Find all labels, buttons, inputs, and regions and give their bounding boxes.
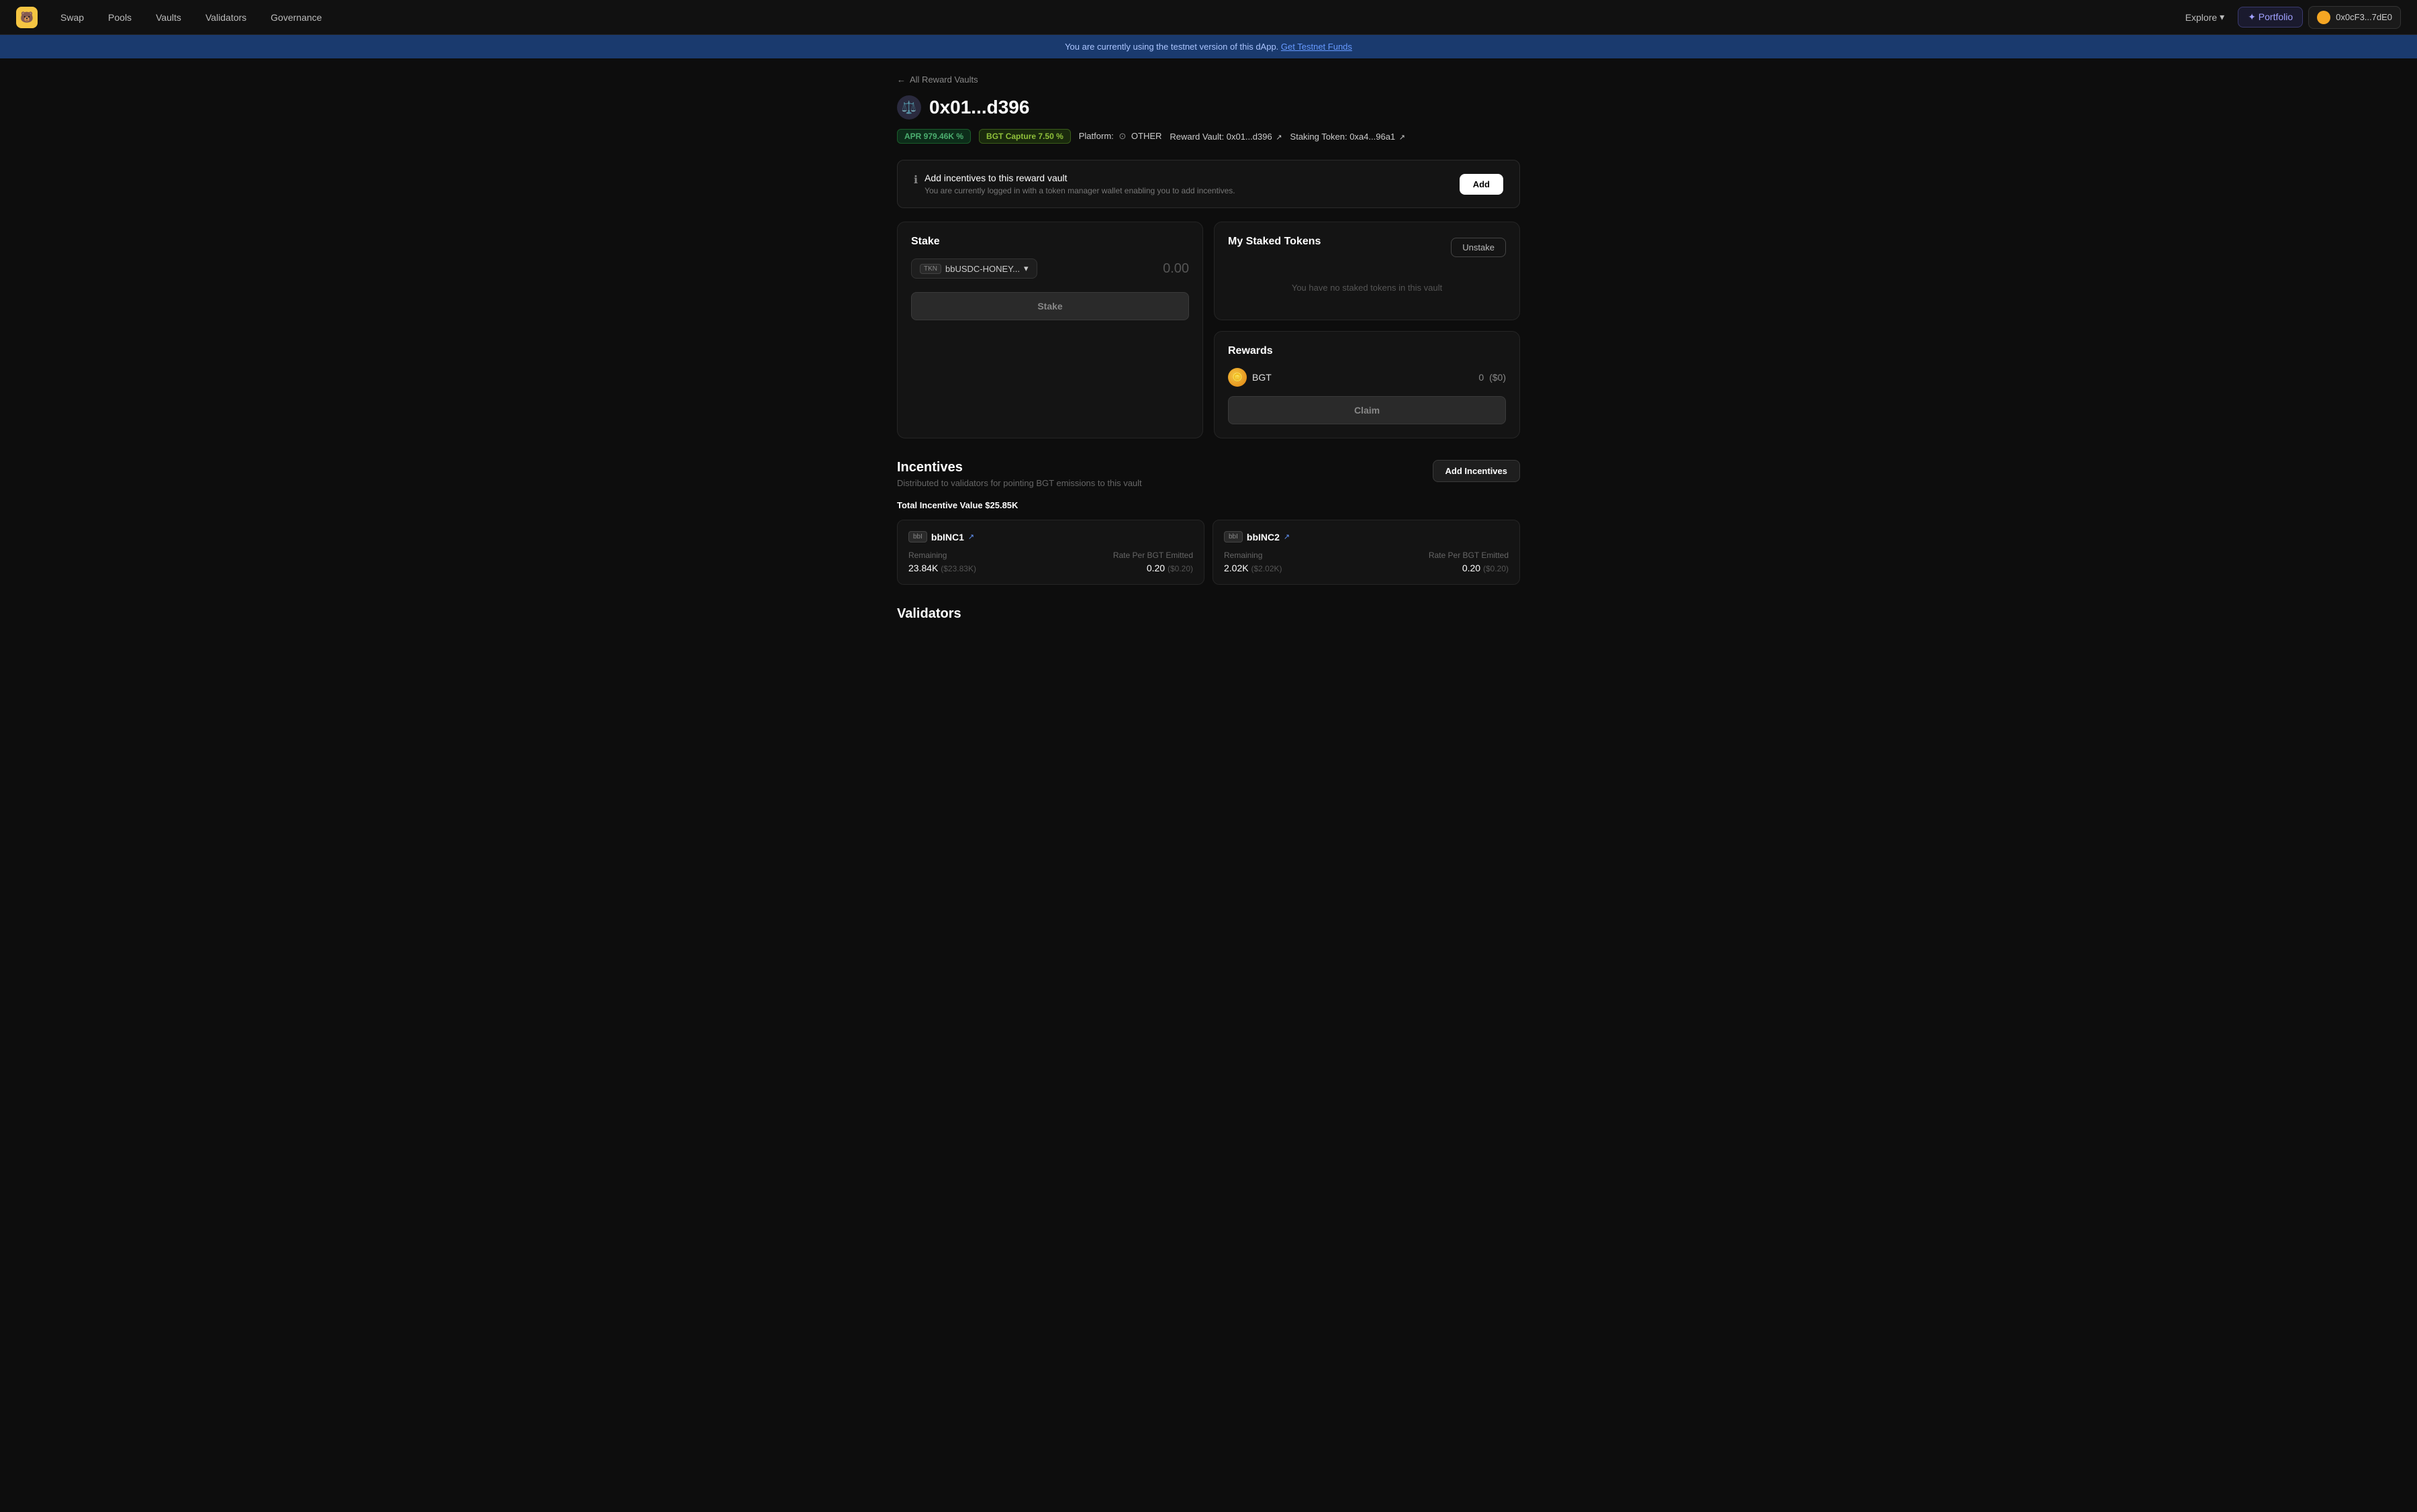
nav-vaults[interactable]: Vaults — [146, 7, 191, 28]
validators-title: Validators — [897, 606, 1520, 622]
vault-icon: ⚖️ — [897, 95, 921, 120]
remaining-value-2: 2.02K ($2.02K) — [1224, 563, 1282, 573]
incentives-section: Incentives Distributed to validators for… — [897, 460, 1520, 585]
staking-token-link[interactable]: 0xa4...96a1 ↗ — [1349, 132, 1405, 142]
incentive-card-1: bbI bbINC1 ↗ Remaining 23.84K ($23.83K) … — [897, 520, 1204, 585]
portfolio-button[interactable]: ✦ Portfolio — [2238, 7, 2303, 28]
arrow-left-icon: ← — [897, 75, 906, 85]
rate-label-2: Rate Per BGT Emitted — [1429, 551, 1509, 560]
no-staked-message: You have no staked tokens in this vault — [1228, 269, 1506, 306]
incentive-card-2: bbI bbINC2 ↗ Remaining 2.02K ($2.02K) Ra… — [1213, 520, 1520, 585]
vault-title: 0x01...d396 — [929, 97, 1029, 118]
testnet-banner: You are currently using the testnet vers… — [0, 35, 2417, 58]
unstake-button[interactable]: Unstake — [1451, 238, 1506, 257]
bgt-icon: 🪙 — [1228, 368, 1247, 387]
reward-vault-text: Reward Vault: 0x01...d396 ↗ — [1170, 132, 1282, 142]
token-abbr-1: bbI — [908, 531, 927, 542]
stake-card: Stake TKN bbUSDC-HONEY... ▾ 0.00 Stake — [897, 222, 1203, 438]
stake-button[interactable]: Stake — [911, 292, 1189, 320]
my-staked-header: My Staked Tokens Unstake — [1228, 236, 1506, 258]
meta-row: APR 979.46K % BGT Capture 7.50 % Platfor… — [897, 129, 1520, 144]
remaining-label-2: Remaining — [1224, 551, 1282, 560]
reward-token-name: BGT — [1252, 372, 1272, 383]
incentive-add-button[interactable]: Add — [1460, 174, 1503, 195]
incentive-notice: ℹ Add incentives to this reward vault Yo… — [897, 160, 1520, 208]
incentive-card-1-header: bbI bbINC1 ↗ — [908, 531, 1193, 542]
validators-section: Validators — [897, 606, 1520, 622]
total-incentive-value: Total Incentive Value $25.85K — [897, 500, 1520, 510]
nav-validators[interactable]: Validators — [196, 7, 256, 28]
rewards-card: Rewards 🪙 BGT 0 ($0) Claim — [1214, 331, 1520, 438]
nav-swap[interactable]: Swap — [51, 7, 93, 28]
incentives-header: Incentives Distributed to validators for… — [897, 460, 1520, 495]
back-link[interactable]: ← All Reward Vaults — [897, 75, 1520, 85]
wallet-avatar — [2317, 11, 2330, 24]
reward-row: 🪙 BGT 0 ($0) — [1228, 368, 1506, 387]
staking-token-text: Staking Token: 0xa4...96a1 ↗ — [1290, 132, 1405, 142]
remaining-value-1: 23.84K ($23.83K) — [908, 563, 976, 573]
token-badge: TKN — [920, 264, 941, 274]
incentives-desc: Distributed to validators for pointing B… — [897, 478, 1142, 488]
incentive-token-name-2: bbINC2 — [1247, 532, 1280, 542]
bgt-capture-badge: BGT Capture 7.50 % — [979, 129, 1071, 144]
right-column: My Staked Tokens Unstake You have no sta… — [1214, 222, 1520, 438]
explore-menu[interactable]: Explore ▾ — [2177, 7, 2233, 27]
my-staked-title: My Staked Tokens — [1228, 236, 1321, 248]
external-link-icon-2: ↗ — [1399, 134, 1405, 142]
testnet-funds-link[interactable]: Get Testnet Funds — [1281, 42, 1352, 52]
info-icon: ℹ — [914, 173, 918, 187]
rate-value-2: 0.20 ($0.20) — [1429, 563, 1509, 573]
reward-vault-link[interactable]: 0x01...d396 ↗ — [1227, 132, 1282, 142]
navbar: 🐻 Swap Pools Vaults Validators Governanc… — [0, 0, 2417, 35]
incentive-notice-desc: You are currently logged in with a token… — [925, 186, 1235, 195]
nav-pools[interactable]: Pools — [99, 7, 141, 28]
stake-section: Stake TKN bbUSDC-HONEY... ▾ 0.00 Stake M… — [897, 222, 1520, 438]
add-incentives-button[interactable]: Add Incentives — [1433, 460, 1520, 482]
remaining-label-1: Remaining — [908, 551, 976, 560]
apr-badge: APR 979.46K % — [897, 129, 971, 144]
token-abbr-2: bbI — [1224, 531, 1243, 542]
chevron-down-icon-2: ▾ — [1024, 263, 1029, 274]
platform-text: Platform: ⊙ OTHER — [1079, 131, 1162, 142]
page-header: ⚖️ 0x01...d396 — [897, 95, 1520, 120]
rate-label-1: Rate Per BGT Emitted — [1113, 551, 1193, 560]
incentive-notice-content: ℹ Add incentives to this reward vault Yo… — [914, 173, 1235, 195]
rewards-title: Rewards — [1228, 345, 1506, 357]
incentives-title: Incentives — [897, 460, 1142, 475]
incentive-card-1-data: Remaining 23.84K ($23.83K) Rate Per BGT … — [908, 551, 1193, 573]
reward-token: 🪙 BGT — [1228, 368, 1272, 387]
external-link-icon: ↗ — [1276, 134, 1282, 142]
incentive-card-2-data: Remaining 2.02K ($2.02K) Rate Per BGT Em… — [1224, 551, 1509, 573]
incentive-card-2-header: bbI bbINC2 ↗ — [1224, 531, 1509, 542]
wallet-button[interactable]: 0x0cF3...7dE0 — [2308, 6, 2401, 29]
my-staked-card: My Staked Tokens Unstake You have no sta… — [1214, 222, 1520, 320]
stake-amount: 0.00 — [1163, 261, 1189, 277]
token-name: bbUSDC-HONEY... — [945, 264, 1020, 274]
chevron-down-icon: ▾ — [2220, 11, 2224, 23]
nav-governance[interactable]: Governance — [261, 7, 331, 28]
stake-card-title: Stake — [911, 236, 1189, 248]
main-content: ← All Reward Vaults ⚖️ 0x01...d396 APR 9… — [886, 58, 1531, 649]
rate-value-1: 0.20 ($0.20) — [1113, 563, 1193, 573]
reward-amount: 0 ($0) — [1478, 372, 1506, 383]
external-link-icon-4[interactable]: ↗ — [1284, 532, 1290, 541]
incentive-token-name-1: bbINC1 — [931, 532, 964, 542]
token-selector[interactable]: TKN bbUSDC-HONEY... ▾ — [911, 258, 1037, 279]
claim-button[interactable]: Claim — [1228, 396, 1506, 424]
app-logo: 🐻 — [16, 7, 38, 28]
external-link-icon-3[interactable]: ↗ — [968, 532, 974, 541]
incentive-grid: bbI bbINC1 ↗ Remaining 23.84K ($23.83K) … — [897, 520, 1520, 585]
incentive-notice-title: Add incentives to this reward vault — [925, 173, 1235, 183]
